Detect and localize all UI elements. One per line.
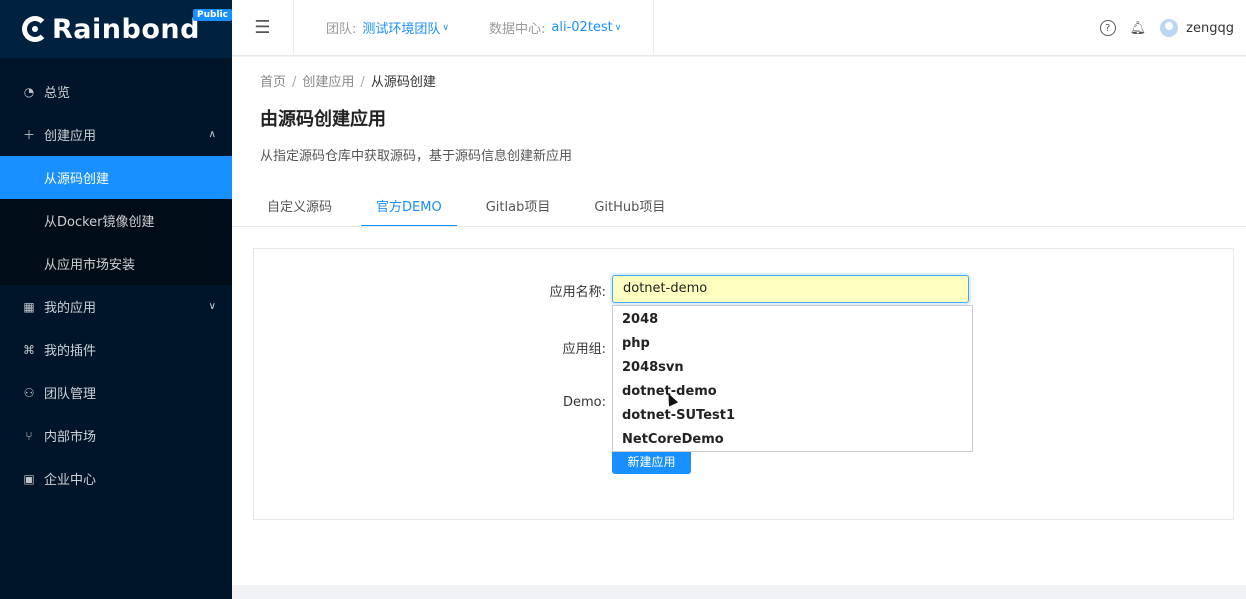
top-header: ☰ 团队: 测试环境团队 ∨ 数据中心: ali-02test ∨ ? 🔔︎ z… <box>232 0 1246 56</box>
tab-custom-source[interactable]: 自定义源码 <box>252 189 347 227</box>
avatar[interactable] <box>1160 19 1179 37</box>
source-tabs: 自定义源码 官方DEMO Gitlab项目 GitHub项目 <box>252 189 694 227</box>
team-selector[interactable]: 团队: 测试环境团队 ∨ <box>294 0 469 56</box>
sidebar-item-team[interactable]: ⚇ 团队管理 <box>0 371 232 414</box>
sidebar-item-from-source[interactable]: 从源码创建 <box>0 156 232 199</box>
tab-gitlab[interactable]: Gitlab项目 <box>471 189 566 227</box>
team-icon: ⚇ <box>23 385 35 400</box>
header-divider <box>653 0 655 56</box>
sidebar-item-label: 内部市场 <box>44 430 97 445</box>
suggestion-item[interactable]: NetCoreDemo <box>613 428 972 452</box>
sidebar-item-overview[interactable]: ◔ 总览 <box>0 70 232 113</box>
sidebar-item-label: 我的插件 <box>44 344 97 359</box>
username[interactable]: zengqg <box>1186 21 1234 36</box>
dashboard-icon: ◔ <box>23 84 35 99</box>
suggestion-item[interactable]: php <box>613 332 972 356</box>
suggestion-item[interactable]: 2048 <box>613 308 972 332</box>
sidebar-item-my-apps[interactable]: ▦ 我的应用 ∨ <box>0 285 232 328</box>
sidebar-item-create-app[interactable]: ＋ 创建应用 ∧ <box>0 113 232 156</box>
app-group-label: 应用组: <box>562 342 606 357</box>
apps-icon: ▦ <box>23 299 35 314</box>
datacenter-value[interactable]: ali-02test <box>551 20 612 35</box>
plugin-icon: ⌘ <box>23 342 35 357</box>
sidebar-item-label: 团队管理 <box>44 387 97 402</box>
page-header: 首页 / 创建应用 / 从源码创建 由源码创建应用 从指定源码仓库中获取源码，基于源码信… <box>232 57 1246 227</box>
suggestion-item[interactable]: dotnet-SUTest1 <box>613 404 972 428</box>
sidebar-item-label: 企业中心 <box>44 473 97 488</box>
sidebar-item-market[interactable]: ⑂ 内部市场 <box>0 414 232 457</box>
chevron-down-icon: ∨ <box>614 22 622 33</box>
help-icon[interactable]: ? <box>1099 20 1116 36</box>
public-badge: Public <box>193 9 232 21</box>
create-app-button[interactable]: 新建应用 <box>612 452 691 474</box>
header-actions: ? 🔔︎ zengqg <box>1099 0 1234 56</box>
page-title: 由源码创建应用 <box>260 109 386 130</box>
datacenter-label: 数据中心: <box>489 22 546 37</box>
breadcrumb-current: 从源码创建 <box>370 75 436 90</box>
app-name-input[interactable]: dotnet-demo <box>612 275 969 303</box>
rainbond-logo-icon <box>22 16 48 42</box>
team-value[interactable]: 测试环境团队 <box>362 18 440 37</box>
brand-name: Rainbond <box>52 13 200 45</box>
create-app-submenu: 从源码创建 从Docker镜像创建 从应用市场安装 <box>0 156 232 285</box>
tab-official-demo[interactable]: 官方DEMO <box>361 189 457 227</box>
page-description: 从指定源码仓库中获取源码，基于源码信息创建新应用 <box>260 149 573 164</box>
enterprise-icon: ▣ <box>23 471 35 486</box>
breadcrumb: 首页 / 创建应用 / 从源码创建 <box>260 71 436 90</box>
chevron-down-icon: ∨ <box>208 301 216 312</box>
footer-band <box>232 585 1246 599</box>
team-label: 团队: <box>326 22 357 37</box>
menu-toggle-icon[interactable]: ☰ <box>232 0 294 56</box>
main-content: 应用名称: dotnet-demo 应用组: Demo: 新建应用 2048 p… <box>232 227 1246 585</box>
app-name-label: 应用名称: <box>549 285 606 300</box>
breadcrumb-create-app[interactable]: 创建应用 <box>302 75 354 90</box>
breadcrumb-separator: / <box>292 75 297 90</box>
autocomplete-dropdown: 2048 php 2048svn dotnet-demo dotnet-SUTe… <box>612 305 973 452</box>
sidebar-item-from-docker[interactable]: 从Docker镜像创建 <box>0 199 232 242</box>
datacenter-selector[interactable]: 数据中心: ali-02test ∨ <box>469 0 641 56</box>
tab-github[interactable]: GitHub项目 <box>579 189 680 227</box>
breadcrumb-home[interactable]: 首页 <box>260 75 286 90</box>
brand-logo[interactable]: Rainbond Public <box>0 0 232 58</box>
sidebar-item-label: 创建应用 <box>44 129 97 144</box>
chevron-down-icon: ∨ <box>442 22 449 33</box>
demo-label: Demo: <box>562 395 606 410</box>
sidebar-item-label: 我的应用 <box>44 301 97 316</box>
sidebar-item-label: 从Docker镜像创建 <box>44 215 155 230</box>
sidebar-item-enterprise[interactable]: ▣ 企业中心 <box>0 457 232 500</box>
sidebar-item-from-market[interactable]: 从应用市场安装 <box>0 242 232 285</box>
sidebar-item-label: 从应用市场安装 <box>44 258 136 273</box>
sidebar-menu: ◔ 总览 ＋ 创建应用 ∧ 从源码创建 从Docker镜像创建 从应用市场安装 … <box>0 58 232 500</box>
bell-icon[interactable]: 🔔︎ <box>1130 21 1147 36</box>
suggestion-item[interactable]: 2048svn <box>613 356 972 380</box>
market-icon: ⑂ <box>25 428 33 443</box>
sidebar-item-my-plugins[interactable]: ⌘ 我的插件 <box>0 328 232 371</box>
form-card: 应用名称: dotnet-demo 应用组: Demo: 新建应用 2048 p… <box>253 248 1234 520</box>
sidebar-item-label: 总览 <box>44 86 71 101</box>
sidebar-item-label: 从源码创建 <box>44 172 110 187</box>
plus-icon: ＋ <box>22 128 35 142</box>
breadcrumb-separator: / <box>360 75 365 90</box>
sidebar: Rainbond Public ◔ 总览 ＋ 创建应用 ∧ 从源码创建 从Doc… <box>0 0 232 599</box>
chevron-up-icon: ∧ <box>208 129 216 140</box>
